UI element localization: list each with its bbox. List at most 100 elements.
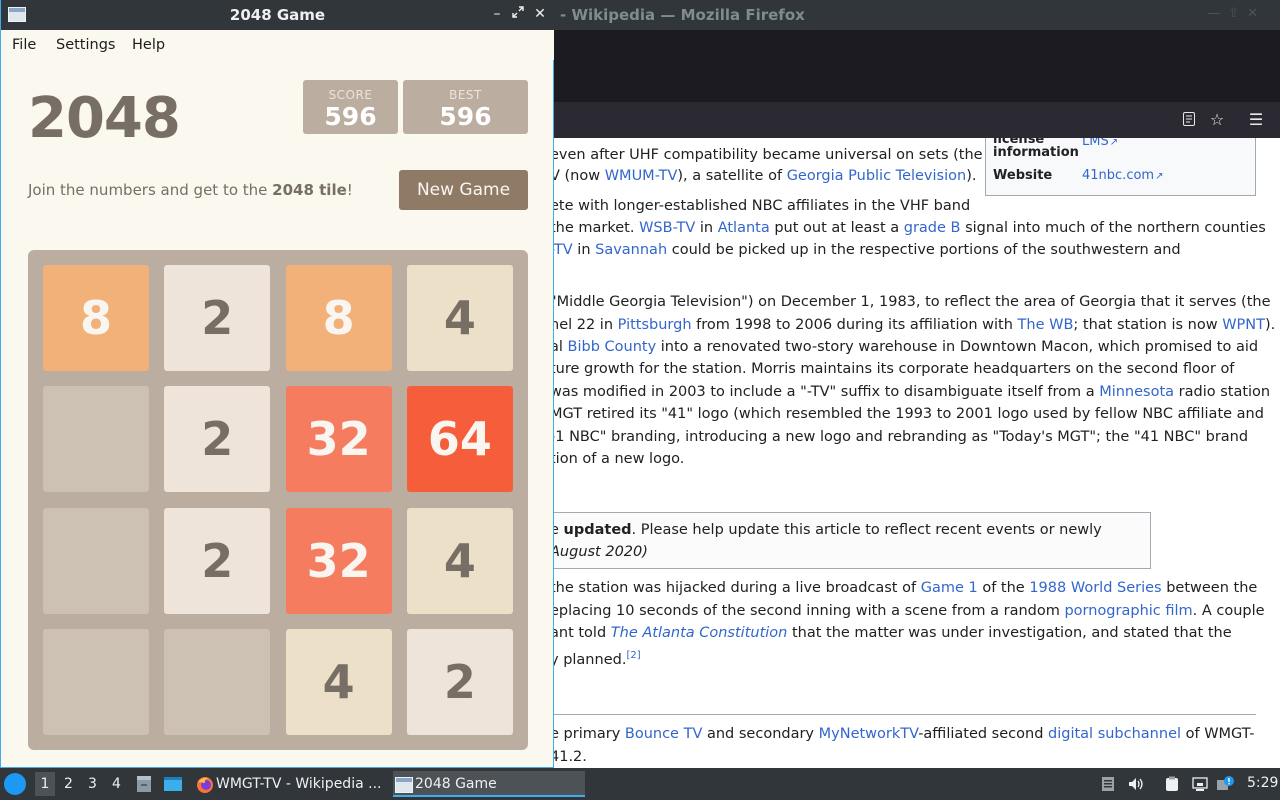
article-text-segment: -affiliated second (918, 726, 1049, 742)
taskbar-task-firefox[interactable]: WMGT-TV - Wikipedia ... (194, 771, 386, 797)
article-line: ant told The Atlanta Constitution that t… (550, 624, 1232, 642)
notes-icon[interactable] (1164, 776, 1180, 792)
article-link[interactable]: The Atlanta Constitution (611, 625, 788, 641)
article-line: eplacing 10 seconds of the second inning… (550, 602, 1265, 620)
article-line: "Middle Georgia Television") on December… (550, 293, 1271, 311)
article-text-segment: between the (1161, 580, 1258, 596)
article-line: e updated. Please help update this artic… (550, 521, 1102, 539)
article-line: August 2020) (550, 543, 648, 561)
article-text-segment: the station was hijacked during a live b… (550, 580, 921, 596)
game-board[interactable]: 8 2 8 4 2 32 64 2 32 4 4 2 (28, 250, 528, 750)
firefox-window-title: - Wikipedia — Mozilla Firefox (560, 6, 805, 24)
article-link[interactable]: Georgia Public Television (787, 168, 967, 184)
article-text-segment: signal into much of the northern countie… (960, 220, 1266, 236)
intro-bold: 2048 tile (272, 181, 347, 199)
article-link[interactable]: WPNT (1222, 317, 1265, 333)
article-link[interactable]: Bounce TV (625, 726, 702, 742)
article-link[interactable]: Bibb County (568, 339, 657, 355)
article-link[interactable]: digital subchannel (1048, 726, 1181, 742)
tile-32: 32 (285, 507, 392, 614)
article-line: -1 NBC" branding, introducing a new logo… (550, 428, 1248, 446)
close-button[interactable]: ✕ (531, 5, 549, 23)
taskbar-task-2048[interactable]: 2048 Game (393, 771, 585, 797)
game-heading: 2048 (28, 86, 181, 151)
article-link[interactable]: grade B (904, 220, 961, 236)
desktop-1-button[interactable]: 1 (35, 772, 55, 796)
app-launcher-icon[interactable] (4, 773, 26, 795)
article-link[interactable]: Savannah (595, 242, 667, 258)
infobox-website-link[interactable]: 41nbc.com (1082, 168, 1163, 183)
article-link[interactable]: pornographic film (1064, 603, 1192, 619)
article-text-segment: ). (1265, 317, 1276, 333)
menu-settings[interactable]: Settings (56, 37, 115, 53)
desktop-2-button[interactable]: 2 (64, 776, 73, 792)
infobox-license-label-2: information (993, 145, 1079, 160)
article-link[interactable]: The WB (1018, 317, 1074, 333)
article-text-segment: . A couple (1192, 603, 1265, 619)
article-line: was modified in 2003 to include a "-TV" … (550, 383, 1270, 401)
firefox-window-controls[interactable]: —⇧✕ (1207, 6, 1266, 21)
article-text-segment: y planned. (550, 651, 627, 668)
taskbar-task-2048-label: 2048 Game (415, 776, 497, 792)
article-text-segment: of WMGT- (1181, 726, 1255, 742)
article-line: ture growth for the station. Morris main… (550, 360, 1234, 378)
file-manager-icon[interactable] (136, 775, 152, 793)
game-titlebar[interactable]: 2048 Game – ✕ (1, 0, 554, 30)
article-text-segment: ant told (550, 625, 611, 641)
empty-cell (164, 628, 271, 735)
minimize-button[interactable]: – (488, 5, 506, 23)
taskbar-task-firefox-label: WMGT-TV - Wikipedia ... (216, 776, 382, 792)
article-link[interactable]: 1988 World Series (1029, 580, 1161, 596)
article-text-segment: and secondary (702, 726, 819, 742)
article-line: -TV in Savannah could be picked up in th… (550, 241, 1181, 259)
article-link[interactable]: MyNetworkTV (819, 726, 919, 742)
article-link[interactable]: Atlanta (718, 220, 770, 236)
score-box: SCORE 596 (303, 80, 398, 134)
article-link[interactable]: Pittsburgh (618, 317, 692, 333)
show-desktop-icon[interactable] (163, 775, 183, 793)
maximize-button[interactable] (509, 5, 527, 23)
article-link[interactable]: [2] (626, 650, 640, 661)
article-text-segment: was modified in 2003 to include a "-TV" … (550, 384, 1100, 400)
article-text-segment: . Please help update this article to ref… (631, 522, 1102, 538)
network-icon[interactable] (1192, 776, 1208, 792)
section-divider (550, 714, 1256, 715)
article-text-segment: 41.2. (550, 749, 587, 765)
window-icon (395, 776, 413, 793)
infobox-license-link[interactable]: LMS (1082, 138, 1118, 149)
article-text-segment: in (695, 220, 718, 236)
tile-8: 8 (43, 265, 149, 371)
article-link[interactable]: WSB-TV (639, 220, 695, 236)
article-text-segment: ). (966, 168, 977, 184)
article-line: tion of a new logo. (550, 450, 684, 468)
tile-4: 4 (406, 507, 513, 614)
article-text-segment: updated (563, 522, 632, 538)
article-link[interactable]: WMUM-TV (605, 168, 678, 184)
volume-icon[interactable] (1128, 776, 1144, 792)
article-line: ete with longer-established NBC affiliat… (550, 197, 970, 215)
best-label: BEST (449, 88, 482, 102)
menu-help[interactable]: Help (132, 37, 165, 53)
firefox-icon (196, 776, 214, 793)
bookmark-star-icon[interactable]: ☆ (1208, 111, 1226, 129)
article-line: al Bibb County into a renovated two-stor… (550, 338, 1258, 356)
article-text-segment: could be picked up in the respective por… (667, 242, 1181, 258)
game-window: 2048 Game – ✕ File Settings Help 2048 SC… (0, 0, 554, 768)
empty-cell (43, 628, 149, 735)
notifications-icon[interactable] (1217, 776, 1234, 792)
article-link[interactable]: Game 1 (921, 580, 978, 596)
article-text-segment: put out at least a (769, 220, 904, 236)
clipboard-icon[interactable] (1100, 776, 1116, 792)
empty-cell (43, 386, 149, 493)
article-text-segment: August 2020) (550, 544, 648, 560)
article-link[interactable]: Minnesota (1099, 384, 1174, 400)
hamburger-menu-icon[interactable]: ☰ (1247, 111, 1265, 129)
desktop-4-button[interactable]: 4 (112, 776, 121, 792)
new-game-button[interactable]: New Game (399, 170, 528, 210)
reader-view-icon[interactable] (1180, 111, 1198, 129)
desktop-3-button[interactable]: 3 (88, 776, 97, 792)
article-text-segment: even after UHF compatibility became univ… (550, 147, 983, 163)
menu-file[interactable]: File (12, 37, 36, 53)
article-text-segment: ), a satellite of (677, 168, 787, 184)
article-line: MGT retired its "41" logo (which resembl… (550, 405, 1264, 423)
